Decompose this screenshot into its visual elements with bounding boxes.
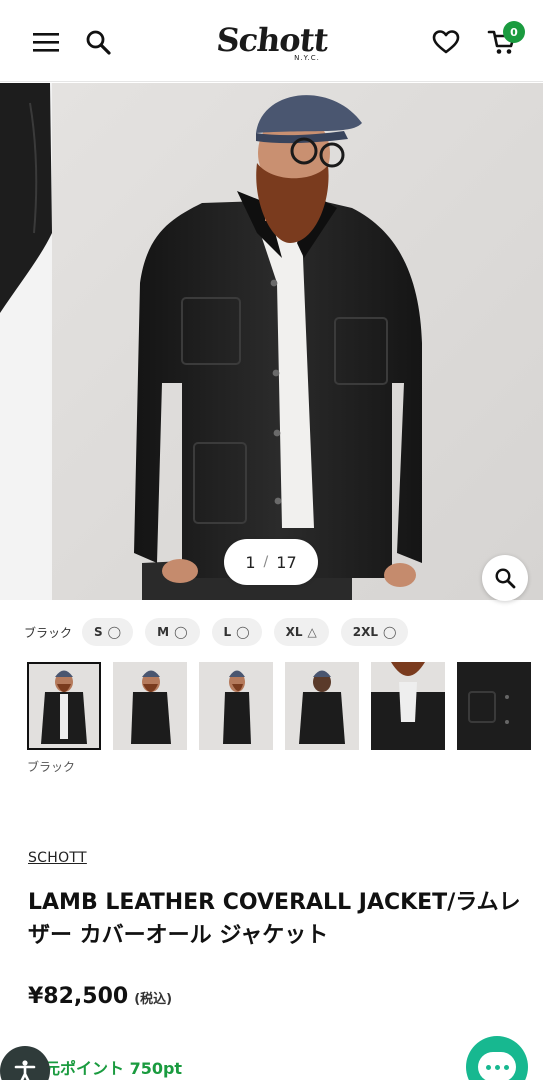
size-label: M [157, 625, 170, 639]
product-image-gallery[interactable] [0, 83, 543, 600]
size-label: XL [285, 625, 303, 639]
main-product-image [52, 83, 543, 600]
heart-icon[interactable] [426, 22, 466, 62]
stock-mark: ◯ [236, 625, 250, 639]
chat-bubble [478, 1052, 516, 1080]
product-price: ¥82,500 [28, 984, 129, 1009]
site-header: Schott N.Y.C. [0, 0, 543, 82]
size-chip-2xl[interactable]: 2XL ◯ [340, 618, 409, 646]
thumbnail-image[interactable] [199, 662, 273, 750]
tax-note: (税込) [134, 992, 173, 1007]
size-label: 2XL [352, 625, 378, 639]
thumbnail-image[interactable] [113, 662, 187, 750]
stock-mark: ◯ [107, 625, 122, 639]
color-label: ブラック [24, 625, 73, 640]
selected-color-caption: ブラック [27, 760, 76, 774]
total-image-count: 17 [276, 552, 297, 572]
size-label: L [223, 625, 232, 639]
image-counter: 1 / 17 [224, 539, 318, 585]
counter-separator: / [263, 554, 269, 570]
stock-mark: ◯ [174, 625, 188, 639]
stock-mark: △ [307, 625, 317, 639]
thumbnail-strip [27, 662, 543, 752]
brand-link[interactable]: SCHOTT [28, 850, 87, 866]
accessibility-icon[interactable] [0, 1046, 50, 1080]
size-label: S [94, 625, 103, 639]
thumbnail-image[interactable] [285, 662, 359, 750]
size-chip-l[interactable]: L ◯ [211, 618, 262, 646]
size-chip-xl[interactable]: XL △ [273, 618, 329, 646]
size-chip-s[interactable]: S ◯ [82, 618, 134, 646]
current-image-index: 1 [245, 552, 256, 572]
chat-icon[interactable] [466, 1036, 528, 1080]
zoom-icon[interactable] [482, 555, 528, 601]
stock-mark: ◯ [382, 625, 397, 639]
thumbnail-image[interactable] [27, 662, 101, 750]
logo-wordmark: Schott [214, 21, 330, 59]
brand-logo[interactable]: Schott N.Y.C. [192, 21, 352, 66]
size-chip-m[interactable]: M ◯ [145, 618, 200, 646]
search-icon[interactable] [78, 22, 118, 62]
menu-icon[interactable] [26, 22, 66, 62]
price-row: ¥82,500 (税込) [28, 984, 172, 1009]
size-availability-row: ブラック S ◯ M ◯ L ◯ XL △ 2XL ◯ [24, 618, 420, 646]
cart-count-badge: 0 [503, 21, 525, 43]
thumbnail-image[interactable] [371, 662, 445, 750]
previous-slide-image[interactable] [0, 83, 52, 600]
thumbnail-image[interactable] [457, 662, 531, 750]
product-title: LAMB LEATHER COVERALL JACKET/ラムレザー カバーオー… [28, 890, 521, 948]
reward-points: 元ポイント 750pt [44, 1059, 183, 1078]
